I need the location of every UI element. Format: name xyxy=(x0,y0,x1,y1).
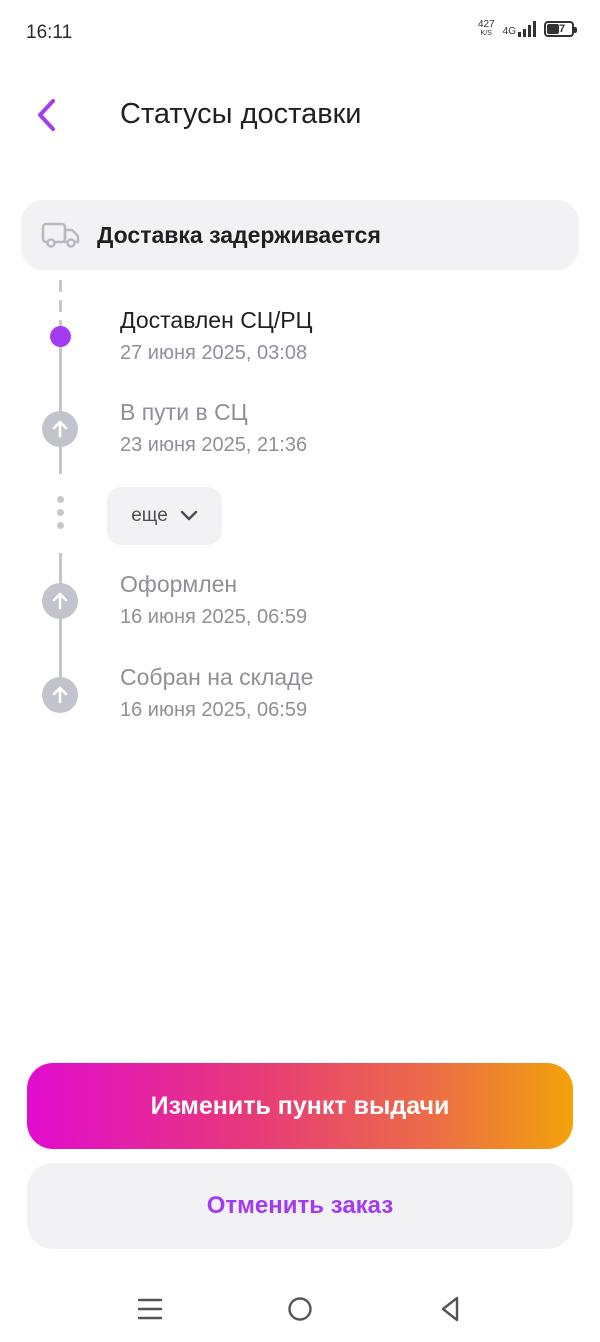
timeline-item-title: Оформлен xyxy=(120,571,238,597)
timeline-ellipsis-dot xyxy=(57,509,64,516)
timeline-ellipsis-dot xyxy=(57,496,64,503)
change-pickup-point-button[interactable]: Изменить пункт выдачи xyxy=(27,1063,573,1149)
network-speed-value: 427 xyxy=(477,19,495,30)
status-time: 16:11 xyxy=(26,22,73,43)
timeline-item: Доставлен СЦ/РЦ 27 июня 2025, 03:08 xyxy=(120,305,560,367)
timeline-item-date: 27 июня 2025, 03:08 xyxy=(120,342,308,364)
timeline-item: В пути в СЦ 23 июня 2025, 21:36 xyxy=(120,397,560,459)
chevron-down-icon xyxy=(180,510,197,521)
status-icons: 427 K/S 4G 47 xyxy=(478,20,577,38)
network-speed: 427 K/S xyxy=(478,20,495,38)
arrow-up-icon xyxy=(42,677,78,713)
timeline-item-title: Доставлен СЦ/РЦ xyxy=(120,307,313,333)
home-circle-icon[interactable] xyxy=(280,1291,320,1327)
system-nav-bar xyxy=(0,1275,600,1342)
timeline-item-date: 16 июня 2025, 06:59 xyxy=(120,699,308,721)
timeline-line xyxy=(59,553,62,695)
show-more-button[interactable]: еще xyxy=(107,487,222,545)
timeline-item-title: Собран на складе xyxy=(120,664,314,690)
battery-icon: 47 xyxy=(544,21,577,37)
timeline-ellipsis-dot xyxy=(57,522,64,529)
delivery-status-label: Доставка задерживается xyxy=(97,221,381,248)
timeline-dash xyxy=(59,300,62,312)
cancel-order-label: Отменить заказ xyxy=(206,1192,394,1219)
timeline-line xyxy=(59,336,62,474)
chevron-left-icon xyxy=(38,99,55,131)
battery-level: 47 xyxy=(552,23,566,35)
show-more-label: еще xyxy=(131,505,168,526)
signal-icon xyxy=(518,21,536,37)
network-speed-unit: K/S xyxy=(480,30,492,37)
delivery-status-banner: Доставка задерживается xyxy=(21,200,579,270)
triangle-back-icon[interactable] xyxy=(430,1291,470,1327)
network-type-label: 4G xyxy=(502,26,516,37)
status-timeline: Доставлен СЦ/РЦ 27 июня 2025, 03:08 В пу… xyxy=(0,270,600,740)
back-button[interactable] xyxy=(24,92,70,138)
header: Статусы доставки xyxy=(0,80,600,150)
arrow-up-icon xyxy=(42,411,78,447)
truck-icon xyxy=(41,220,81,250)
network-type: 4G xyxy=(503,21,536,37)
arrow-up-icon xyxy=(42,583,78,619)
timeline-item-date: 16 июня 2025, 06:59 xyxy=(120,606,308,628)
timeline-item-title: В пути в СЦ xyxy=(120,399,248,425)
timeline-item: Оформлен 16 июня 2025, 06:59 xyxy=(120,569,560,631)
timeline-dash xyxy=(59,280,62,292)
page-title: Статусы доставки xyxy=(120,98,362,130)
timeline-item: Собран на складе 16 июня 2025, 06:59 xyxy=(120,662,560,724)
menu-icon[interactable] xyxy=(130,1291,170,1327)
timeline-item-date: 23 июня 2025, 21:36 xyxy=(120,434,308,456)
status-bar: 16:11 427 K/S 4G 47 xyxy=(0,0,600,70)
cancel-order-button[interactable]: Отменить заказ xyxy=(27,1163,573,1249)
timeline-current-dot xyxy=(50,326,71,347)
change-pickup-point-label: Изменить пункт выдачи xyxy=(150,1091,450,1120)
